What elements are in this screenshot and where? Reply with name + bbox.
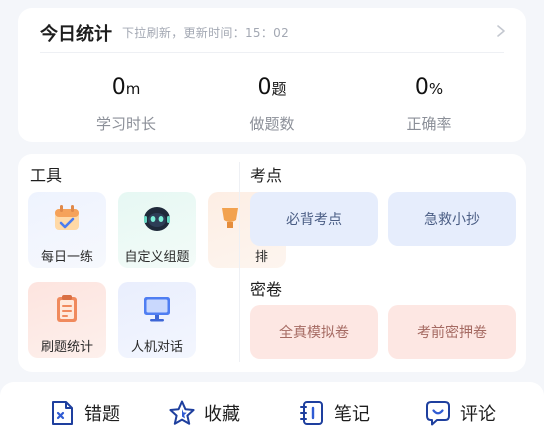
stat-label: 做题数	[249, 115, 295, 133]
stat-study-time: 0m 学习时长	[66, 74, 186, 134]
stat-unit: %	[428, 80, 444, 98]
bottom-item-favorite[interactable]: 收藏	[168, 398, 240, 428]
stat-value: 0	[414, 75, 429, 100]
bottom-item-wrong[interactable]: 错题	[48, 398, 120, 428]
stat-value: 0	[111, 75, 126, 100]
star-icon	[169, 400, 195, 425]
full-mock-exam-button[interactable]: 全真模拟卷	[250, 305, 378, 359]
notebook-icon	[300, 401, 323, 425]
must-memorize-button[interactable]: 必背考点	[250, 192, 378, 246]
tool-custom-quiz[interactable]: 自定义组题	[118, 192, 196, 268]
pre-exam-secret-button[interactable]: 考前密押卷	[388, 305, 516, 359]
stats-subtitle: 下拉刷新，更新时间：15：02	[122, 26, 290, 40]
divider	[239, 162, 240, 362]
stat-unit: m	[125, 80, 141, 98]
tool-label: 自定义组题	[124, 250, 190, 265]
tool-daily-practice[interactable]: 每日一练	[28, 192, 106, 268]
tool-label: 刷题统计	[40, 340, 93, 355]
stat-label: 正确率	[406, 115, 452, 133]
bottom-label: 笔记	[334, 404, 370, 425]
stat-question-count: 0题 做题数	[212, 74, 332, 134]
clipboard-icon	[57, 295, 77, 322]
stat-unit: 题	[271, 80, 287, 98]
calendar-icon	[55, 205, 79, 230]
bottom-item-notes[interactable]: 笔记	[298, 398, 370, 428]
wrong-question-icon	[52, 401, 73, 425]
bottom-label: 收藏	[204, 404, 240, 425]
tools-card: 工具 每日一练 自定义组题 排 刷题统计 人机对话 考点 必背考点 急救小抄 密…	[18, 154, 526, 372]
stat-accuracy: 0% 正确率	[369, 74, 489, 134]
kaodian-title: 考点	[250, 166, 283, 185]
comment-icon	[426, 401, 450, 426]
emergency-notes-button[interactable]: 急救小抄	[388, 192, 516, 246]
chevron-right-icon[interactable]	[494, 21, 508, 41]
stat-value: 0	[257, 75, 272, 100]
stat-label: 学习时长	[95, 115, 156, 133]
tool-label: 人机对话	[130, 340, 183, 355]
ranking-icon	[222, 208, 238, 228]
tool-ai-dialog[interactable]: 人机对话	[118, 282, 196, 358]
bottom-bar: 错题 收藏 笔记 评论	[0, 382, 544, 441]
tools-title: 工具	[30, 166, 63, 185]
mijuan-title: 密卷	[250, 280, 283, 299]
bottom-label: 评论	[460, 404, 496, 425]
tool-label: 排	[254, 250, 268, 265]
divider	[40, 52, 504, 53]
today-stats-card[interactable]: 今日统计 下拉刷新，更新时间：15：02 0m 学习时长 0题 做题数 0% 正…	[18, 8, 526, 142]
stats-title: 今日统计	[40, 24, 112, 45]
bottom-item-comment[interactable]: 评论	[424, 398, 496, 428]
bottom-label: 错题	[84, 404, 120, 425]
monitor-icon	[144, 297, 170, 322]
robot-icon	[144, 207, 170, 231]
tool-label: 每日一练	[40, 250, 93, 265]
tool-practice-stats[interactable]: 刷题统计	[28, 282, 106, 358]
